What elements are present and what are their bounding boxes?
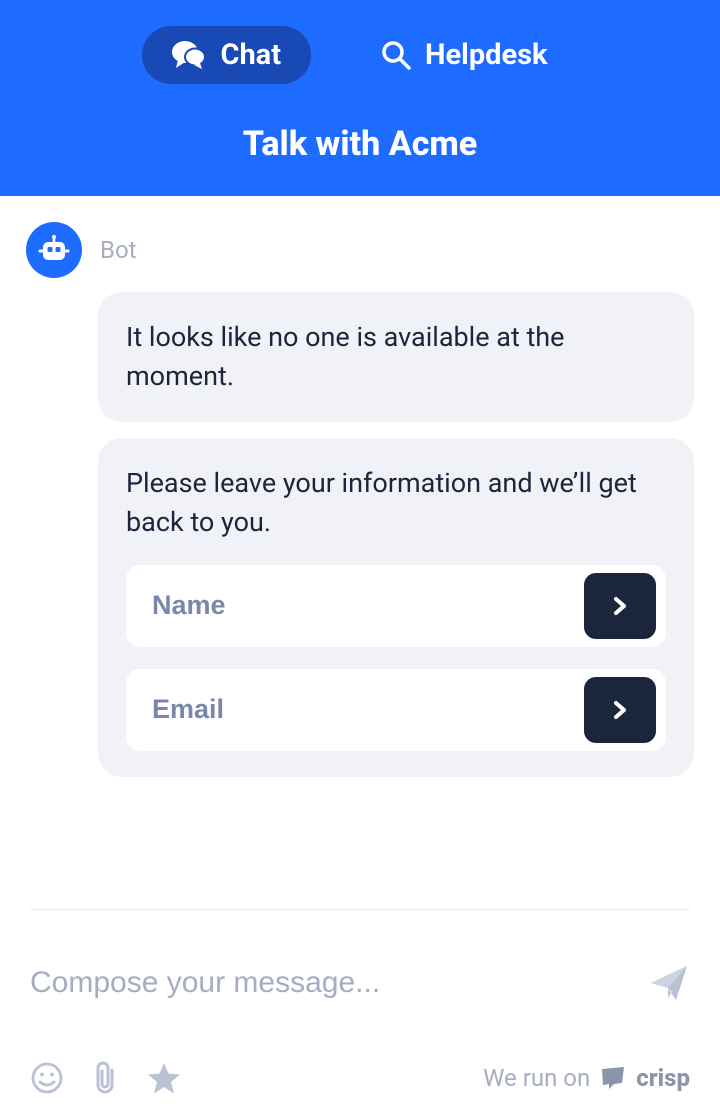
paper-plane-icon [648, 962, 690, 1004]
star-icon[interactable] [146, 1060, 182, 1096]
submit-email-button[interactable] [584, 677, 656, 743]
chat-header: Chat Helpdesk Talk with Acme [0, 0, 720, 196]
tab-chat-label: Chat [220, 38, 281, 72]
chat-bubbles-icon [172, 40, 206, 70]
chevron-right-icon [611, 700, 629, 720]
name-field-row [126, 565, 666, 647]
footer-row: We run on crisp [30, 1060, 690, 1096]
branding[interactable]: We run on crisp [483, 1064, 690, 1092]
compose-input[interactable] [30, 966, 648, 1000]
tab-helpdesk-label: Helpdesk [425, 38, 548, 72]
chevron-right-icon [611, 596, 629, 616]
crisp-logo-icon [600, 1066, 626, 1090]
header-tabs: Chat Helpdesk [142, 26, 577, 84]
name-input[interactable] [152, 590, 584, 621]
compose-row [30, 962, 690, 1004]
email-input[interactable] [152, 694, 584, 725]
branding-prefix: We run on [483, 1064, 590, 1092]
sender-name: Bot [100, 236, 137, 264]
footer-icons [30, 1060, 182, 1096]
bot-form-prompt: Please leave your information and we’ll … [126, 464, 666, 542]
send-button[interactable] [648, 962, 690, 1004]
email-field-row [126, 669, 666, 751]
bot-avatar [26, 222, 82, 278]
submit-name-button[interactable] [584, 573, 656, 639]
smiley-icon[interactable] [30, 1061, 64, 1095]
sender-row: Bot [26, 222, 694, 278]
paperclip-icon[interactable] [92, 1060, 118, 1096]
robot-icon [38, 234, 70, 266]
branding-name: crisp [636, 1064, 690, 1092]
tab-helpdesk[interactable]: Helpdesk [351, 26, 578, 84]
bot-message: It looks like no one is available at the… [98, 292, 694, 422]
search-icon [381, 40, 411, 70]
bot-form-message: Please leave your information and we’ll … [98, 438, 694, 776]
chat-area: Bot It looks like no one is available at… [0, 196, 720, 777]
divider [30, 909, 690, 910]
page-title: Talk with Acme [243, 124, 477, 164]
compose-area: We run on crisp [0, 909, 720, 1120]
messages: It looks like no one is available at the… [26, 292, 694, 777]
tab-chat[interactable]: Chat [142, 26, 311, 84]
